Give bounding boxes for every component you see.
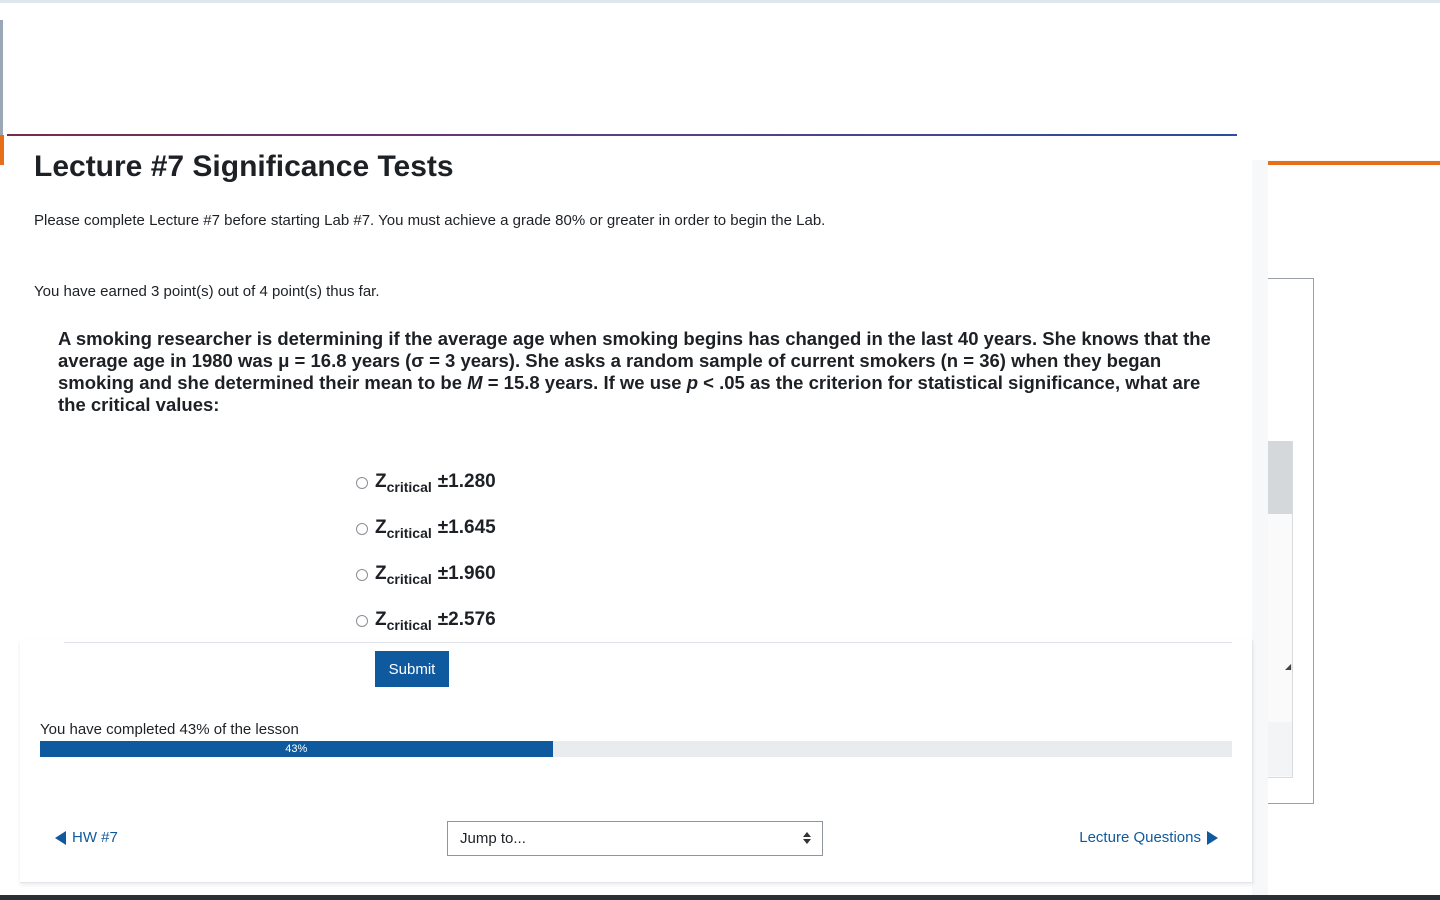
progress-label: You have completed 43% of the lesson [40, 721, 299, 738]
header-rule [7, 134, 1237, 136]
jump-to-select[interactable]: Jump to... [447, 821, 823, 856]
next-activity-link[interactable]: Lecture Questions [1079, 829, 1218, 846]
mean-symbol: M [467, 372, 483, 393]
page-title: Lecture #7 Significance Tests [34, 150, 454, 183]
z-subscript: critical [386, 571, 432, 587]
previous-activity-link[interactable]: HW #7 [55, 829, 118, 846]
background-block-header [1268, 441, 1292, 514]
radio-button[interactable] [356, 569, 368, 581]
progress-bar: 43% [40, 741, 1232, 757]
p-symbol: p [686, 372, 699, 393]
lesson-intro: Please complete Lecture #7 before starti… [34, 212, 826, 229]
answer-options: Zcritical ±1.280 Zcritical ±1.645 Zcritica… [356, 460, 496, 644]
jump-to-label: Jump to... [460, 830, 526, 847]
window-top-border [0, 0, 1440, 3]
radio-button[interactable] [356, 523, 368, 535]
answer-option[interactable]: Zcritical ±1.645 [356, 506, 496, 552]
z-symbol: Z [375, 609, 387, 630]
desktop-strip [0, 895, 1440, 900]
answer-option[interactable]: Zcritical ±2.576 [356, 598, 496, 644]
option-value: ±1.280 [437, 471, 496, 492]
z-symbol: Z [375, 563, 387, 584]
z-symbol: Z [375, 517, 387, 538]
resize-handle-icon: ◢ [1285, 662, 1292, 671]
radio-button[interactable] [356, 477, 368, 489]
option-value: ±1.960 [437, 563, 496, 584]
option-label: Zcritical ±1.960 [375, 563, 496, 587]
page-left-accent [0, 135, 4, 165]
progress-percent: 43% [285, 743, 308, 755]
option-label: Zcritical ±2.576 [375, 609, 496, 633]
points-earned: You have earned 3 point(s) out of 4 poin… [34, 283, 380, 300]
background-block-footer [1268, 722, 1292, 776]
answer-option[interactable]: Zcritical ±1.960 [356, 552, 496, 598]
question-text: A smoking researcher is determining if t… [58, 328, 1218, 416]
select-arrows-icon [803, 832, 811, 846]
z-symbol: Z [375, 471, 387, 492]
z-subscript: critical [386, 479, 432, 495]
caret-right-icon [1207, 830, 1218, 845]
option-label: Zcritical ±1.280 [375, 471, 496, 495]
next-activity-label: Lecture Questions [1079, 829, 1201, 846]
caret-left-icon [55, 830, 66, 845]
z-subscript: critical [386, 617, 432, 633]
answer-option[interactable]: Zcritical ±1.280 [356, 460, 496, 506]
form-divider [64, 642, 1232, 643]
radio-button[interactable] [356, 615, 368, 627]
submit-button[interactable]: Submit [375, 651, 449, 687]
previous-activity-label: HW #7 [72, 829, 118, 846]
progress-bar-fill: 43% [40, 741, 553, 757]
question-text-part: = 15.8 years. If we use [482, 372, 687, 393]
z-subscript: critical [386, 525, 432, 541]
option-value: ±1.645 [437, 517, 496, 538]
window-left-edge [0, 20, 3, 135]
option-label: Zcritical ±1.645 [375, 517, 496, 541]
option-value: ±2.576 [437, 609, 496, 630]
